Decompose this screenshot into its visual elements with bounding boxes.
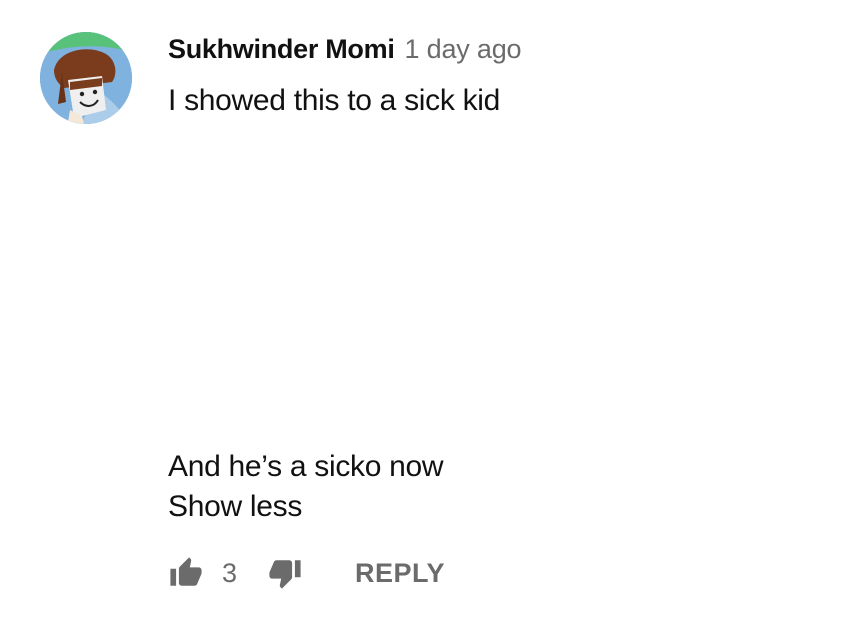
dislike-button[interactable] (267, 555, 303, 591)
thumbs-up-icon (170, 557, 202, 586)
like-count: 3 (222, 557, 238, 588)
like-button[interactable] (168, 555, 204, 591)
comment-actions: 3 REPLY (168, 552, 445, 594)
comment-text-line-1: I showed this to a sick kid (168, 84, 501, 117)
author-name[interactable]: Sukhwinder Momi (168, 34, 395, 65)
comment-text-line-2: And he’s a sicko now (168, 450, 444, 483)
thumbs-down-icon (269, 560, 301, 589)
comment-header: Sukhwinder Momi 1 day ago (168, 34, 522, 70)
comment-timestamp[interactable]: 1 day ago (405, 34, 522, 65)
reply-button[interactable]: REPLY (355, 558, 445, 589)
show-less-button[interactable]: Show less (168, 490, 302, 524)
avatar-image (40, 32, 132, 124)
avatar[interactable] (40, 32, 132, 124)
comment: Sukhwinder Momi 1 day ago I showed this … (0, 0, 850, 618)
